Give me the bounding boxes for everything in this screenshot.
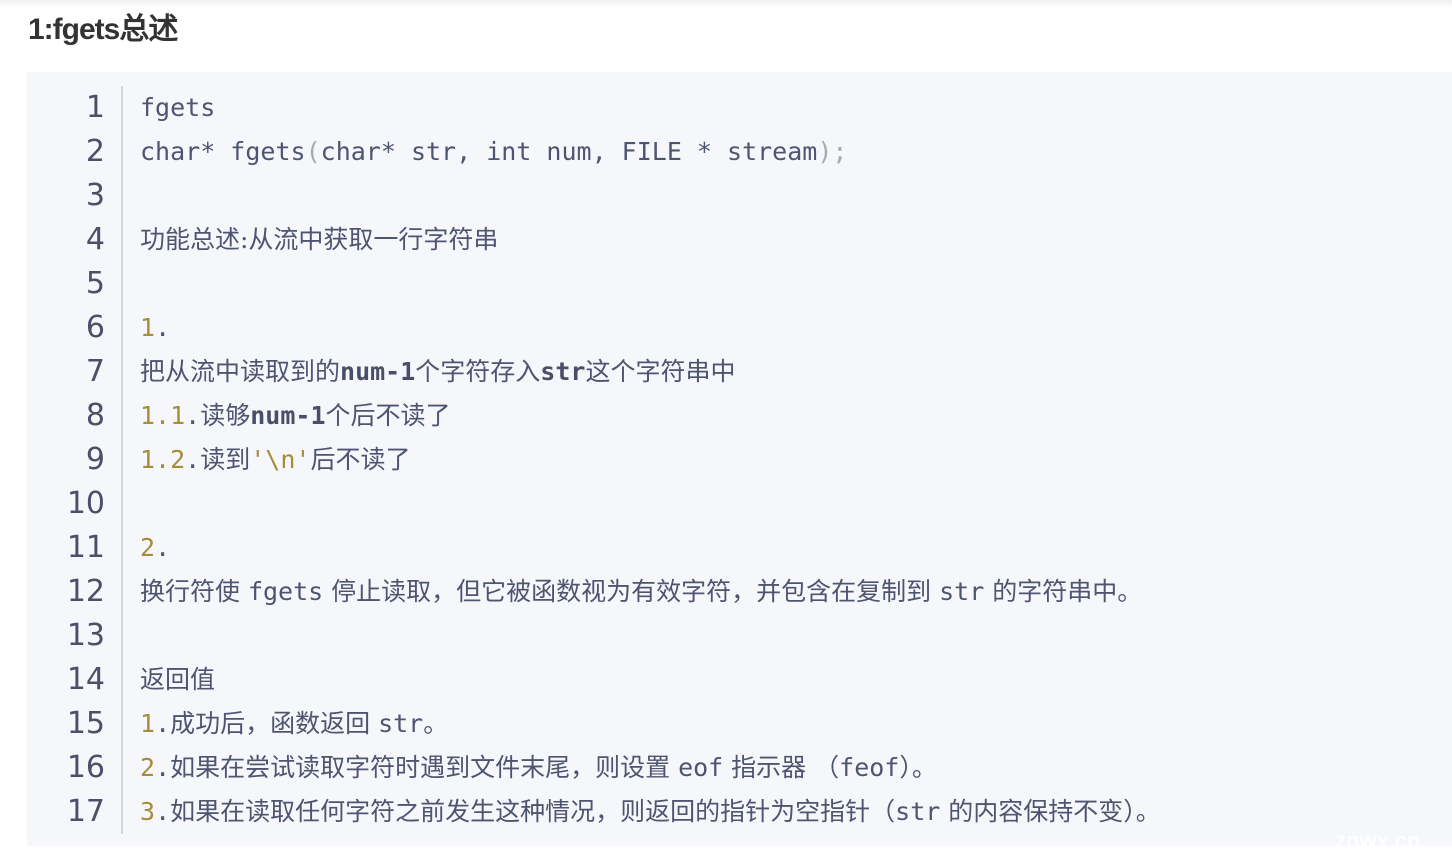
code-token: . [185, 401, 201, 430]
line-number: 16 [66, 750, 105, 785]
code-token: 的字符串中。 [984, 577, 1143, 606]
section-heading: 1:fgets总述 [28, 13, 178, 46]
line-number: 5 [85, 266, 105, 301]
code-token: . [155, 313, 171, 342]
code-line: 功能总述:从流中获取一行字符串 [140, 218, 1161, 262]
code-token: 2 [140, 753, 156, 782]
code-token: num-1 [250, 401, 326, 430]
code-token: 读够 [200, 401, 251, 430]
code-line: 返回值 [140, 658, 1161, 702]
code-token: str [378, 709, 424, 738]
code-line: 1. [140, 306, 1161, 350]
code-line: fgets [140, 86, 1161, 130]
code-line: 把从流中读取到的num-1个字符存入str这个字符串中 [140, 350, 1161, 394]
code-token: . [155, 709, 171, 738]
line-number: 17 [66, 794, 105, 829]
code-token: 如果在尝试读取字符时遇到文件末尾，则设置 [170, 753, 679, 782]
code-token: 个字符存入 [415, 357, 541, 386]
code-token: 后不读了 [310, 445, 411, 474]
code-token: ( [305, 137, 321, 166]
code-token: ); [817, 137, 848, 166]
code-line: 换行符使 fgets 停止读取，但它被函数视为有效字符，并包含在复制到 str … [140, 570, 1161, 614]
line-number: 9 [85, 442, 105, 477]
code-token: 1.1 [140, 401, 186, 430]
code-line: 2. [140, 526, 1161, 570]
watermark: znwx.cn [1335, 828, 1421, 853]
line-number: 2 [85, 134, 105, 169]
code-token: feof [839, 753, 900, 782]
line-number: 8 [85, 398, 105, 433]
code-token: . [155, 533, 171, 562]
code-token: 功能总述:从流中获取一行字符串 [140, 225, 499, 254]
code-token: fgets [247, 577, 324, 606]
code-token: 的内容保持不变）。 [940, 797, 1161, 826]
line-number: 4 [85, 222, 105, 257]
code-token: . [155, 753, 171, 782]
code-lines: fgets char* fgets(char* str, int num, FIL… [140, 86, 1161, 834]
code-token: 返回值 [140, 665, 216, 694]
code-line: 1.成功后，函数返回 str。 [140, 702, 1161, 746]
code-token: 成功后，函数返回 [170, 709, 379, 738]
code-token: str [895, 797, 941, 826]
code-token: str [540, 357, 586, 386]
line-number: 15 [66, 706, 105, 741]
line-number: 3 [85, 178, 105, 213]
code-token: '\n' [250, 445, 311, 474]
code-token: num-1 [340, 357, 416, 386]
code-token: 个后不读了 [325, 401, 451, 430]
code-token: char* fgets [140, 137, 306, 166]
code-line: char* fgets(char* str, int num, FILE * s… [140, 130, 1161, 174]
line-number: 12 [66, 574, 105, 609]
code-token: 1.2 [140, 445, 186, 474]
code-token: 这个字符串中 [585, 357, 736, 386]
line-number: 11 [66, 530, 105, 565]
code-token: ）。 [899, 753, 937, 782]
code-token: 如果在读取任何字符之前发生这种情况，则返回的指针为空指针（ [170, 797, 896, 826]
code-token: . [185, 445, 201, 474]
top-divider [0, 0, 1452, 8]
code-token: 换行符使 [140, 577, 248, 606]
code-token: 1 [140, 313, 156, 342]
gutter-separator [121, 86, 123, 834]
line-number: 14 [66, 662, 105, 697]
line-number: 6 [85, 310, 105, 345]
code-line: 1.2.读到'\n'后不读了 [140, 438, 1161, 482]
line-number: 10 [66, 486, 105, 521]
code-token: 3 [140, 797, 156, 826]
code-token: 。 [423, 709, 449, 738]
code-token: char* str, int num, FILE * stream [320, 137, 818, 166]
code-token: 2 [140, 533, 156, 562]
code-token: 读到 [200, 445, 251, 474]
code-block: 1 2 3 4 5 6 7 8 9 10 11 12 13 14 15 16 17 fgets char* fge… [27, 72, 1452, 846]
code-token: fgets [140, 93, 216, 122]
line-number-gutter: 1 2 3 4 5 6 7 8 9 10 11 12 13 14 15 16 17 [27, 86, 105, 834]
code-token: str [939, 577, 985, 606]
code-token: 停止读取，但它被函数视为有效字符，并包含在复制到 [323, 577, 940, 606]
code-token: 1 [140, 709, 156, 738]
line-number: 1 [85, 90, 105, 125]
code-line: 1.1.读够num-1个后不读了 [140, 394, 1161, 438]
code-token: 指示器 （ [723, 753, 840, 782]
code-line: 2.如果在尝试读取字符时遇到文件末尾，则设置 eof 指示器 （feof）。 [140, 746, 1161, 790]
code-token: . [155, 797, 171, 826]
code-token: 把从流中读取到的 [140, 357, 341, 386]
line-number: 7 [85, 354, 105, 389]
line-number: 13 [66, 618, 105, 653]
code-line: 3.如果在读取任何字符之前发生这种情况，则返回的指针为空指针（str 的内容保持… [140, 790, 1161, 834]
code-token: eof [678, 753, 724, 782]
